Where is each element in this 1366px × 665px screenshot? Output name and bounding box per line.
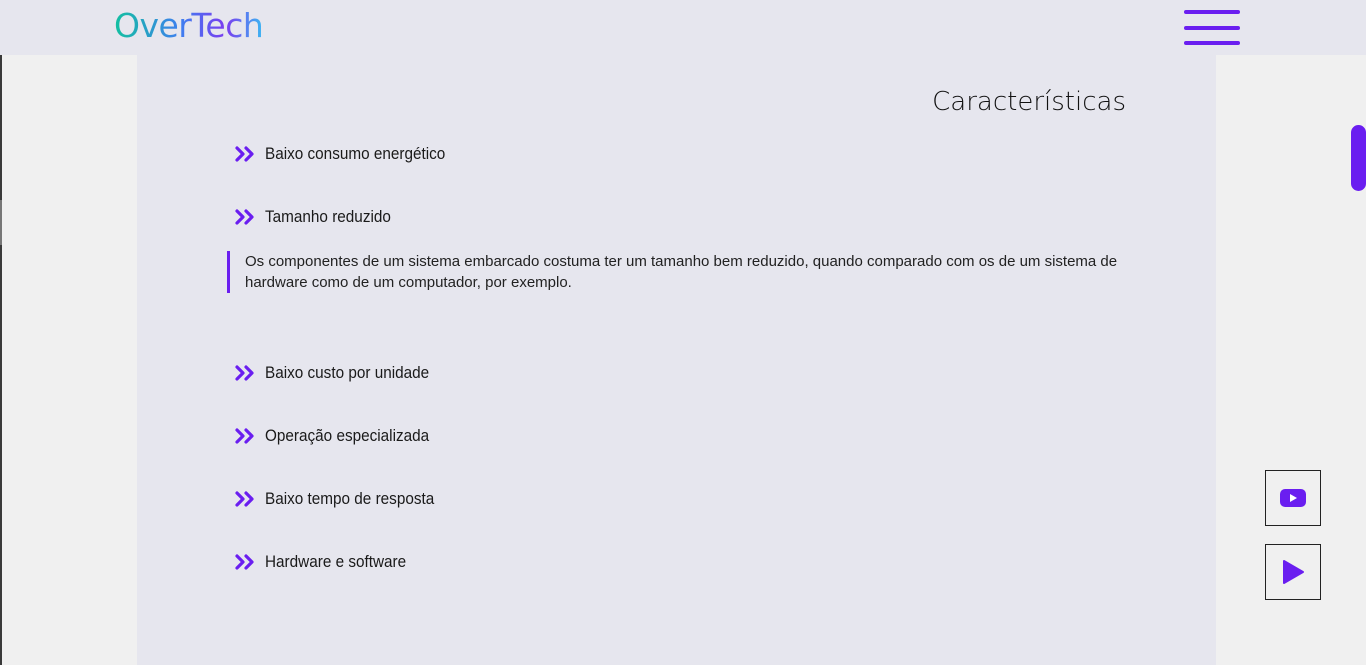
double-chevron-right-icon xyxy=(235,209,254,225)
feature-item-baixo-custo[interactable]: Baixo custo por unidade xyxy=(235,361,447,385)
feature-label: Baixo consumo energético xyxy=(265,144,446,163)
youtube-icon xyxy=(1280,489,1306,507)
double-chevron-right-icon xyxy=(235,365,254,381)
feature-label: Tamanho reduzido xyxy=(265,207,391,226)
feature-label: Baixo tempo de resposta xyxy=(265,489,435,508)
double-chevron-right-icon xyxy=(235,554,254,570)
play-icon xyxy=(1283,560,1304,584)
play-button[interactable] xyxy=(1265,544,1321,600)
double-chevron-right-icon xyxy=(235,428,254,444)
double-chevron-right-icon xyxy=(235,491,254,507)
features-panel: Características Baixo consumo energético… xyxy=(137,55,1216,665)
hamburger-menu-icon[interactable] xyxy=(1184,10,1240,46)
section-title: Características xyxy=(932,87,1126,117)
window-edge xyxy=(0,0,2,665)
feature-item-operacao[interactable]: Operação especializada xyxy=(235,424,447,448)
feature-description: Os componentes de um sistema embarcado c… xyxy=(227,251,1127,293)
feature-item-tamanho-reduzido[interactable]: Tamanho reduzido xyxy=(235,205,405,229)
feature-item-hardware-software[interactable]: Hardware e software xyxy=(235,550,422,574)
logo[interactable]: OverTech xyxy=(114,6,264,45)
feature-label: Baixo custo por unidade xyxy=(265,363,430,382)
top-navbar: OverTech xyxy=(0,0,1366,55)
double-chevron-right-icon xyxy=(235,146,254,162)
feature-item-baixo-consumo[interactable]: Baixo consumo energético xyxy=(235,142,465,166)
feature-label: Operação especializada xyxy=(265,426,430,445)
youtube-button[interactable] xyxy=(1265,470,1321,526)
feature-label: Hardware e software xyxy=(265,552,407,571)
feature-item-tempo-resposta[interactable]: Baixo tempo de resposta xyxy=(235,487,453,511)
scrollbar-thumb[interactable] xyxy=(1351,125,1366,191)
